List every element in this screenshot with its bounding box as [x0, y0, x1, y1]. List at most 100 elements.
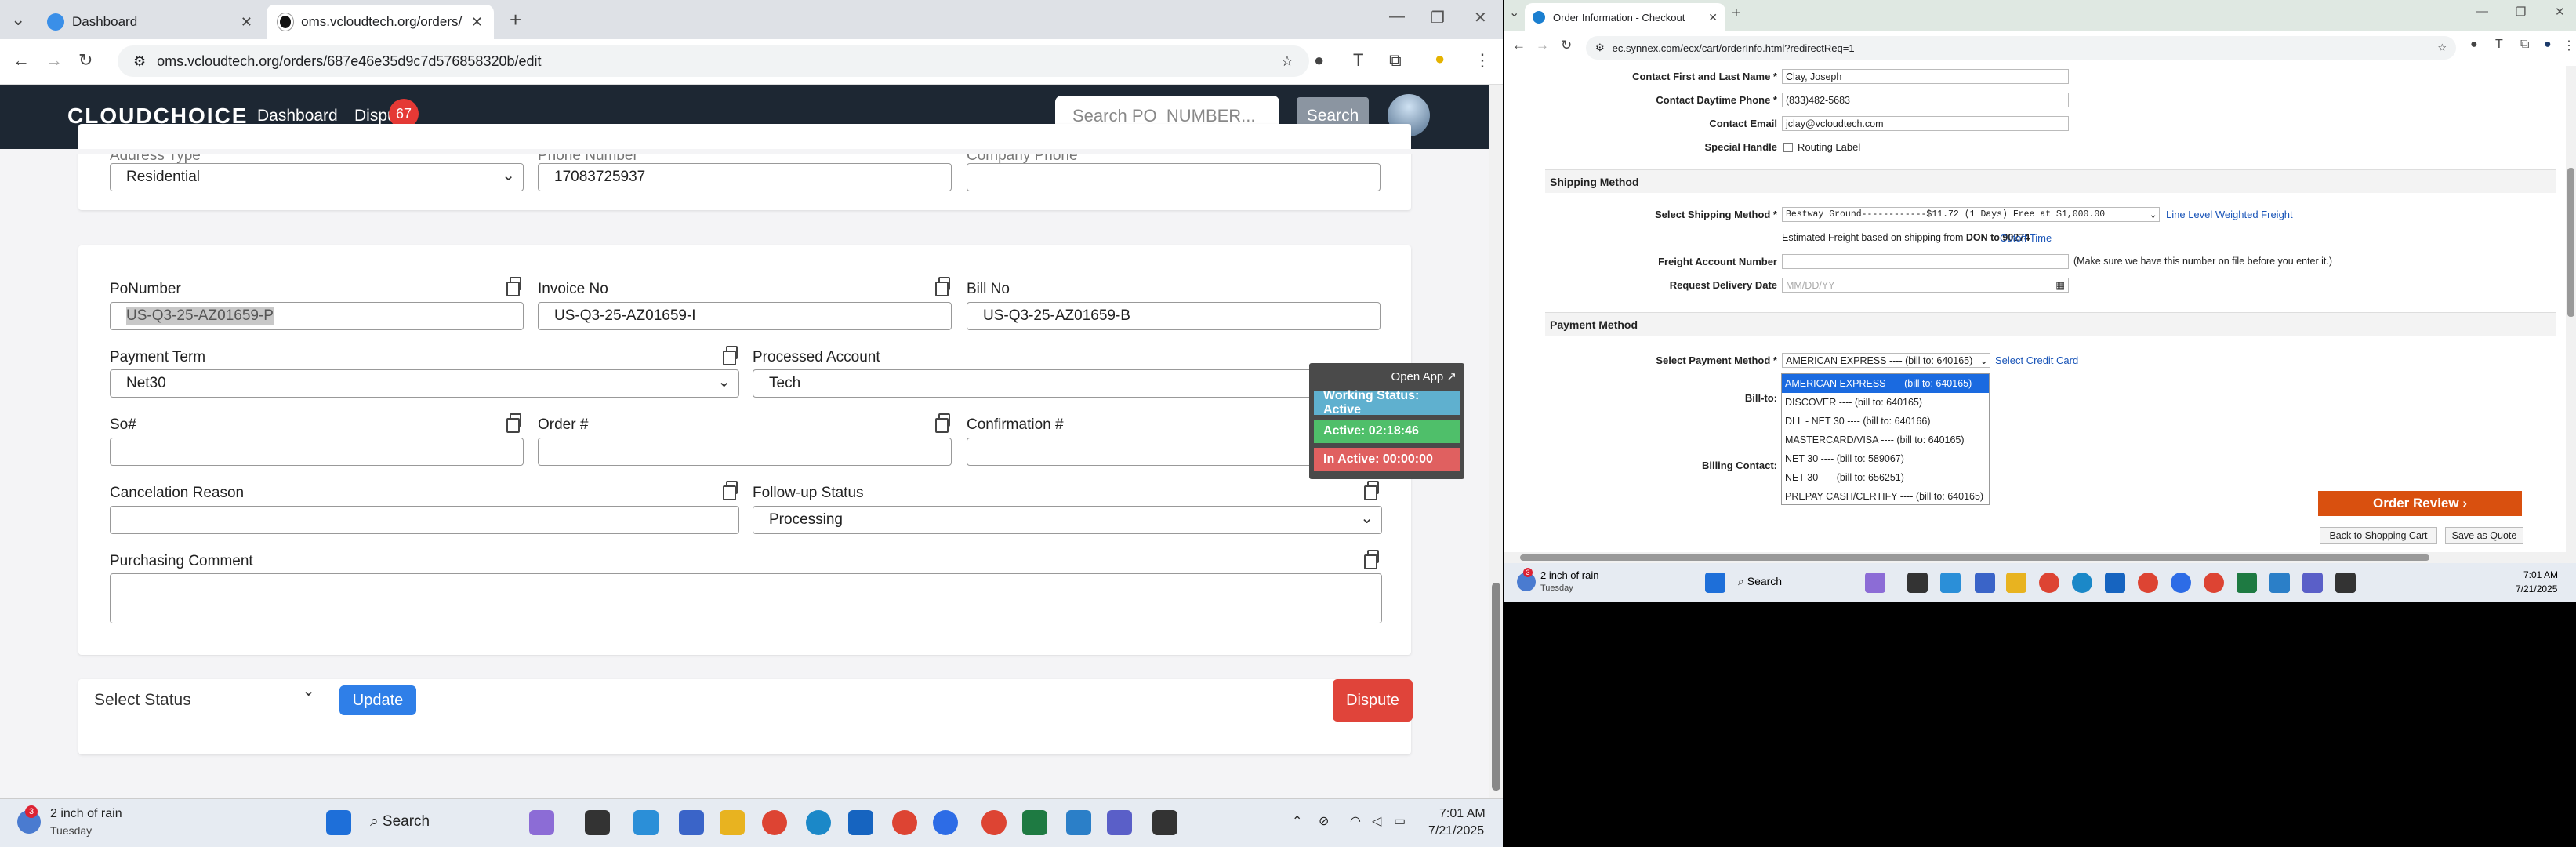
scrollbar-thumb[interactable] — [1520, 554, 2429, 561]
bookmark-star-icon[interactable]: ☆ — [2437, 42, 2447, 54]
edge-icon[interactable] — [806, 810, 831, 835]
calculator-icon[interactable] — [679, 810, 704, 835]
tray-chevron-icon[interactable]: ⌃ — [1292, 813, 1302, 829]
profile-icon[interactable]: ● — [2544, 38, 2552, 52]
select-credit-card-link[interactable]: Select Credit Card — [1995, 354, 2078, 366]
task-view-icon[interactable] — [585, 810, 610, 835]
close-window-icon[interactable]: ✕ — [2555, 5, 2565, 19]
scrollbar-thumb[interactable] — [2567, 168, 2574, 317]
puzzle-icon[interactable]: ⧉ — [2520, 38, 2529, 52]
copy-icon[interactable] — [723, 346, 738, 365]
weighted-freight-link[interactable]: Line Level Weighted Freight — [2166, 209, 2293, 220]
copy-icon[interactable] — [935, 277, 950, 296]
back-icon[interactable]: ← — [13, 50, 30, 71]
app-icon[interactable] — [633, 810, 659, 835]
forward-icon[interactable]: → — [1536, 38, 1549, 53]
chrome-icon[interactable] — [981, 810, 1007, 835]
invoice-input[interactable]: US-Q3-25-AZ01659-I — [538, 302, 952, 330]
url-field[interactable]: ⚙ ec.synnex.com/ecx/cart/orderInfo.html?… — [1586, 36, 2456, 60]
payment-option[interactable]: AMERICAN EXPRESS ---- (bill to: 640165) — [1782, 374, 1989, 393]
tab-search-icon[interactable]: ⌄ — [11, 9, 25, 30]
routing-label-checkbox[interactable] — [1783, 143, 1793, 152]
windows-start-icon[interactable] — [326, 810, 351, 835]
shipping-method-select[interactable]: Bestway Ground------------$11.72 (1 Days… — [1782, 207, 2160, 222]
new-tab-icon[interactable]: + — [510, 8, 521, 32]
app-icon[interactable] — [1940, 573, 1961, 593]
right-vertical-scrollbar[interactable] — [2566, 66, 2576, 552]
payment-term-select[interactable]: Net30 — [110, 369, 739, 398]
widgets-icon[interactable] — [529, 810, 554, 835]
chrome-icon[interactable] — [2039, 573, 2059, 593]
cancelation-reason-input[interactable] — [110, 506, 739, 534]
calculator-icon[interactable] — [1975, 573, 1995, 593]
teams-icon[interactable] — [2302, 573, 2323, 593]
copy-icon[interactable] — [723, 481, 738, 500]
app-icon[interactable] — [2269, 573, 2290, 593]
forward-icon[interactable]: → — [45, 50, 63, 71]
task-view-icon[interactable] — [1907, 573, 1928, 593]
menu-icon[interactable]: ⋮ — [2563, 38, 2575, 53]
outlook-icon[interactable] — [2105, 573, 2125, 593]
chrome-active-icon[interactable] — [892, 810, 917, 835]
payment-option[interactable]: DISCOVER ---- (bill to: 640165) — [1782, 393, 1989, 412]
clock-time[interactable]: 7:01 AM — [2523, 569, 2558, 580]
file-explorer-icon[interactable] — [720, 810, 745, 835]
bill-input[interactable]: US-Q3-25-AZ01659-B — [967, 302, 1381, 330]
close-tab-icon[interactable]: ✕ — [1708, 11, 1718, 24]
payment-option[interactable]: NET 30 ---- (bill to: 589067) — [1782, 449, 1989, 468]
copy-icon[interactable] — [935, 413, 950, 433]
copy-icon[interactable] — [1364, 550, 1379, 569]
outlook-icon[interactable] — [848, 810, 873, 835]
clock-date[interactable]: 7/21/2025 — [2516, 583, 2557, 594]
new-tab-icon[interactable]: + — [1732, 5, 1741, 23]
payment-option[interactable]: NET 30 ---- (bill to: 656251) — [1782, 468, 1989, 487]
close-tab-icon[interactable]: ✕ — [471, 14, 483, 31]
so-input[interactable] — [110, 438, 524, 466]
excel-icon[interactable] — [2237, 573, 2257, 593]
back-icon[interactable]: ← — [1512, 38, 1526, 53]
widgets-icon[interactable] — [1865, 573, 1885, 593]
right-horizontal-scrollbar[interactable] — [1504, 552, 2576, 563]
save-as-quote-button[interactable]: Save as Quote — [2445, 527, 2523, 544]
followup-status-select[interactable]: Processing — [753, 506, 1382, 534]
purchasing-comment-textarea[interactable] — [110, 573, 1382, 623]
cutoff-time-link[interactable]: Cutoff Time — [2000, 232, 2052, 244]
dispute-button[interactable]: Dispute — [1333, 679, 1413, 722]
phone-input[interactable]: 17083725937 — [538, 163, 952, 191]
chrome-icon[interactable] — [762, 810, 787, 835]
tab-search-icon[interactable]: ⌄ — [1509, 5, 1519, 20]
close-tab-icon[interactable]: ✕ — [241, 14, 252, 31]
copy-icon[interactable] — [506, 277, 521, 296]
tab-order-information[interactable]: Order Information - Checkout ✕ — [1525, 3, 1725, 31]
puzzle-icon[interactable]: ⧉ — [1389, 50, 1402, 71]
maximize-icon[interactable]: ❐ — [1431, 8, 1445, 27]
payment-option[interactable]: MASTERCARD/VISA ---- (bill to: 640165) — [1782, 431, 1989, 449]
file-explorer-icon[interactable] — [2006, 573, 2026, 593]
teams-icon[interactable] — [1107, 810, 1132, 835]
extension-icon[interactable]: ● — [1314, 50, 1324, 71]
nav-dashboard[interactable]: Dashboard — [257, 107, 338, 125]
windows-start-icon[interactable] — [1705, 573, 1725, 593]
bookmark-star-icon[interactable]: ☆ — [1281, 53, 1293, 70]
battery-icon[interactable]: ▭ — [1394, 813, 1406, 829]
clock-date[interactable]: 7/21/2025 — [1428, 824, 1484, 838]
company-phone-input[interactable] — [967, 163, 1381, 191]
processed-account-select[interactable]: Tech — [753, 369, 1382, 398]
order-review-button[interactable]: Order Review › — [2318, 491, 2522, 516]
select-status-dropdown[interactable]: Select Status — [78, 679, 323, 722]
payment-option[interactable]: PREPAY CASH/CERTIFY ---- (bill to: 64016… — [1782, 487, 1989, 506]
tab-dashboard[interactable]: Dashboard ✕ — [36, 5, 263, 39]
open-app-link[interactable]: Open App ↗ — [1391, 369, 1457, 384]
tray-icon[interactable]: ⊘ — [1319, 813, 1329, 829]
excel-icon[interactable] — [1022, 810, 1047, 835]
copy-icon[interactable] — [1364, 481, 1379, 500]
po-number-input[interactable]: US-Q3-25-AZ01659-P — [110, 302, 524, 330]
page-scrollbar[interactable] — [1489, 85, 1503, 798]
clock-time[interactable]: 7:01 AM — [1439, 807, 1486, 821]
address-type-select[interactable]: Residential — [110, 163, 524, 191]
zoom-icon[interactable] — [2171, 573, 2191, 593]
payment-option[interactable]: DLL - NET 30 ---- (bill to: 640166) — [1782, 412, 1989, 431]
taskbar-search[interactable]: ⌕ Search — [1738, 575, 1782, 588]
contact-name-input[interactable]: Clay, Joseph — [1782, 69, 2069, 84]
back-to-cart-button[interactable]: Back to Shopping Cart — [2320, 527, 2437, 544]
